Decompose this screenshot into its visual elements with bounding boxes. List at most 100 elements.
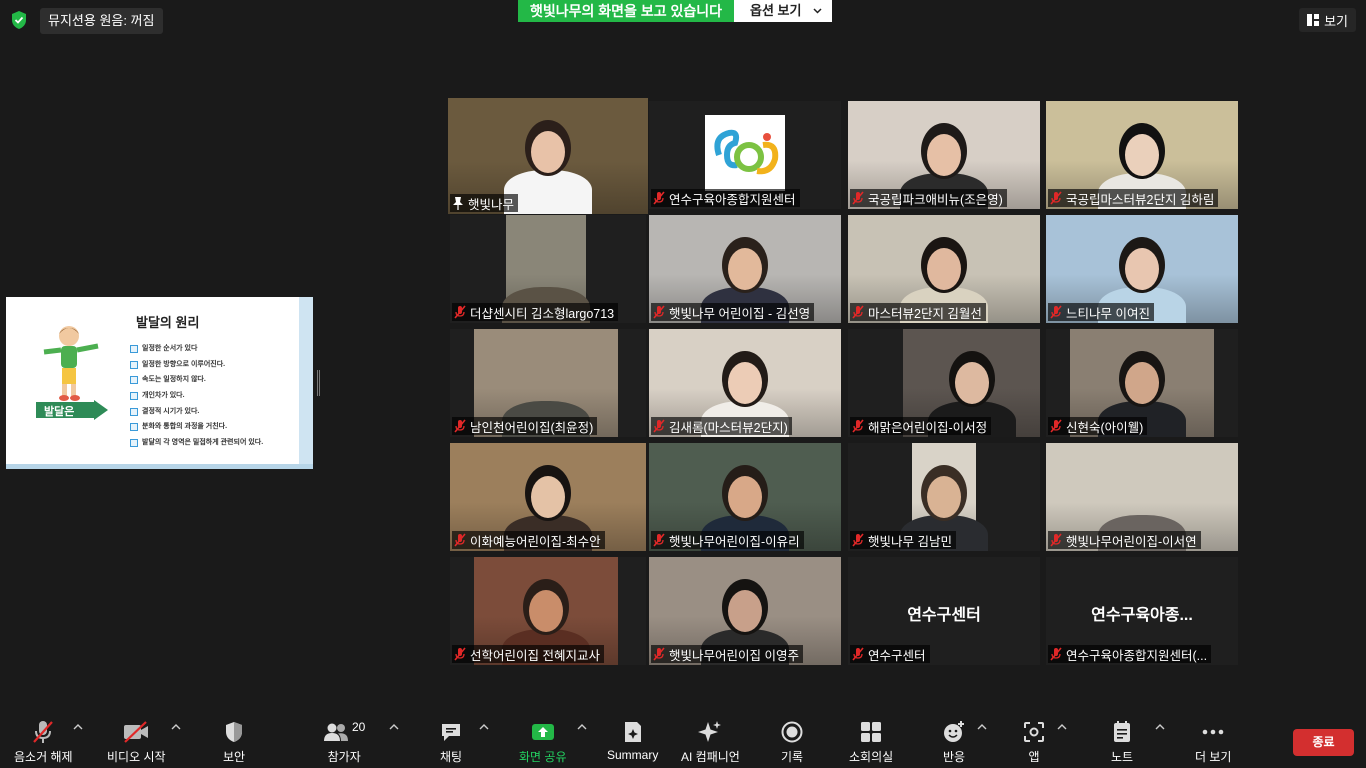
participant-face <box>728 248 762 290</box>
slide-item-text: 속도는 일정하지 않다. <box>142 376 206 384</box>
original-sound-status[interactable]: 뮤지션용 원음: 꺼짐 <box>40 8 163 34</box>
participant-name: 연수구육아종합지원센터 <box>669 192 796 207</box>
participant-name: 해맑은어린이집-이서정 <box>868 420 988 435</box>
summary-button[interactable]: Summary <box>607 718 658 762</box>
view-options-button[interactable]: 옵션 보기 <box>734 0 833 22</box>
muted-mic-icon <box>653 419 665 433</box>
chat-options-chevron-icon[interactable] <box>479 724 489 730</box>
audio-options-chevron-icon[interactable] <box>73 724 83 730</box>
slide-item-text: 결정적 시기가 있다. <box>142 407 200 415</box>
muted-mic-icon <box>653 191 665 205</box>
participant-name-bar: 신현숙(아이웰) <box>1048 417 1148 435</box>
checkbox-icon <box>130 438 138 447</box>
participant-name: 햇빛나무어린이집-이서연 <box>1066 534 1197 549</box>
participant-tile[interactable]: 연수구육아종합지원센터 <box>649 101 841 209</box>
share-banner-text: 햇빛나무의 화면을 보고 있습니다 <box>518 0 734 22</box>
participant-face <box>954 362 989 404</box>
participant-name: 느티나무 이여진 <box>1066 306 1150 321</box>
summary-label: Summary <box>607 748 659 762</box>
participant-face <box>531 131 565 173</box>
participant-tile[interactable]: 햇빛나무어린이집-이서연 <box>1046 443 1238 551</box>
participant-tile[interactable]: 신현숙(아이웰) <box>1046 329 1238 437</box>
participant-tile[interactable]: 마스터뷰2단지 김월선 <box>848 215 1040 323</box>
muted-mic-icon <box>852 305 864 319</box>
muted-mic-icon <box>1050 533 1062 547</box>
shared-screen[interactable]: 발달은 발달의 원리 일정한 순서가 있다 일정한 방향으로 이루어진다. 속도… <box>6 297 313 469</box>
participant-face <box>728 362 762 404</box>
notes-options-chevron-icon[interactable] <box>1155 724 1165 730</box>
summary-icon <box>624 722 641 742</box>
participants-icon <box>324 723 348 741</box>
security-label: 보안 <box>223 750 246 764</box>
participant-name: 더샵센시티 김소형largo713 <box>470 306 615 321</box>
participants-button[interactable]: 20 참가자 <box>323 718 365 765</box>
participant-tile[interactable]: 느티나무 이여진 <box>1046 215 1238 323</box>
reactions-options-chevron-icon[interactable] <box>977 724 987 730</box>
participant-name-bar: 해맑은어린이집-이서정 <box>850 417 992 435</box>
participant-tile[interactable]: 햇빛나무 <box>448 98 648 214</box>
more-label: 더 보기 <box>1195 750 1232 764</box>
child-illustration <box>43 326 99 401</box>
participant-name: 국공립파크애비뉴(조은영) <box>868 192 1003 207</box>
muted-mic-icon <box>1050 647 1062 661</box>
breakout-rooms-button[interactable]: 소회의실 <box>849 718 893 765</box>
apps-icon <box>1024 722 1044 742</box>
share-screen-button[interactable]: 화면 공유 <box>519 718 567 765</box>
participant-tile[interactable]: 햇빛나무 어린이집 - 김선영 <box>649 215 841 323</box>
apps-options-chevron-icon[interactable] <box>1057 724 1067 730</box>
reactions-button[interactable]: 반응 <box>942 718 966 765</box>
video-options-chevron-icon[interactable] <box>171 724 181 730</box>
chat-button[interactable]: 채팅 <box>439 718 463 765</box>
notes-label: 노트 <box>1111 750 1134 764</box>
participant-tile[interactable]: 연수구육아종... 연수구육아종합지원센터(... <box>1046 557 1238 665</box>
muted-mic-icon <box>454 305 466 319</box>
participant-name: 햇빛나무 <box>468 197 515 212</box>
participant-tile[interactable]: 햇빛나무어린이집-이유리 <box>649 443 841 551</box>
checkbox-icon <box>130 423 138 432</box>
participant-tile[interactable]: 더샵센시티 김소형largo713 <box>450 215 646 323</box>
share-options-chevron-icon[interactable] <box>577 724 587 730</box>
participant-face <box>728 476 762 518</box>
participant-tile[interactable]: 남인천어린이집(최윤정) <box>450 329 646 437</box>
checkbox-icon <box>130 360 138 369</box>
participant-face <box>1125 362 1159 404</box>
start-video-button[interactable]: 비디오 시작 <box>107 718 166 765</box>
muted-mic-icon <box>1050 191 1062 205</box>
participants-options-chevron-icon[interactable] <box>389 724 399 730</box>
muted-mic-icon <box>33 721 54 743</box>
security-shield-icon[interactable] <box>8 9 30 31</box>
screen-share-banner: 햇빛나무의 화면을 보고 있습니다 옵션 보기 <box>518 0 833 22</box>
end-meeting-button[interactable]: 종료 <box>1293 729 1354 756</box>
notes-button[interactable]: 노트 <box>1111 718 1133 765</box>
participant-tile[interactable]: 햇빛나무 김남민 <box>848 443 1040 551</box>
record-button[interactable]: 기록 <box>781 718 803 765</box>
participant-tile[interactable]: 김새롬(마스터뷰2단지) <box>649 329 841 437</box>
participant-name: 마스터뷰2단지 김월선 <box>868 306 982 321</box>
ai-companion-button[interactable]: AI 컴패니언 <box>681 718 740 765</box>
participant-tile[interactable]: 선학어린이집 전혜지교사 <box>450 557 646 665</box>
muted-mic-icon <box>653 533 665 547</box>
more-button[interactable]: 더 보기 <box>1195 718 1231 765</box>
panel-resize-handle[interactable] <box>317 370 320 396</box>
muted-mic-icon <box>852 647 864 661</box>
participant-name-bar: 햇빛나무어린이집-이서연 <box>1048 531 1201 549</box>
security-button[interactable]: 보안 <box>223 718 245 765</box>
participant-tile[interactable]: 연수구센터 연수구센터 <box>848 557 1040 665</box>
participant-name-bar: 더샵센시티 김소형largo713 <box>452 303 619 321</box>
participant-tile[interactable]: 국공립마스터뷰2단지 김하림 <box>1046 101 1238 209</box>
participant-face <box>529 590 563 632</box>
apps-button[interactable]: 앱 <box>1023 718 1045 765</box>
participant-name: 햇빛나무 어린이집 - 김선영 <box>669 306 811 321</box>
checkbox-icon <box>130 391 138 400</box>
participant-name-bar: 김새롬(마스터뷰2단지) <box>651 417 792 435</box>
unmute-button[interactable]: 음소거 해제 <box>14 718 73 765</box>
reactions-label: 반응 <box>942 750 966 764</box>
participant-tile[interactable]: 국공립파크애비뉴(조은영) <box>848 101 1040 209</box>
participant-tile[interactable]: 햇빛나무어린이집 이영주 <box>649 557 841 665</box>
muted-mic-icon <box>852 533 864 547</box>
view-button[interactable]: 보기 <box>1299 8 1356 32</box>
slide-list: 일정한 순서가 있다 일정한 방향으로 이루어진다. 속도는 일정하지 않다. … <box>130 341 263 451</box>
participant-tile[interactable]: 해맑은어린이집-이서정 <box>848 329 1040 437</box>
participant-tile[interactable]: 이화예능어린이집-최수안 <box>450 443 646 551</box>
slide-item-text: 개인차가 있다. <box>142 391 185 399</box>
